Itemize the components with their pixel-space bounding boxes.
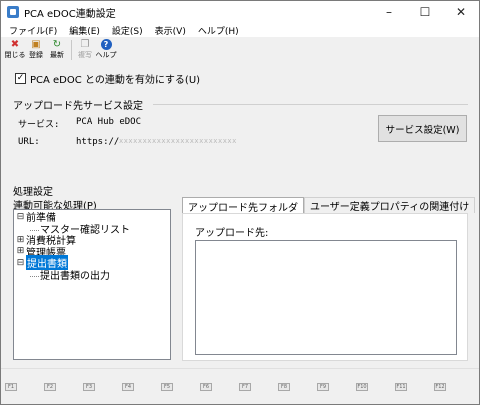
menu-edit[interactable]: 編集(E)	[69, 24, 100, 37]
minimize-button[interactable]: –	[371, 1, 407, 23]
fkey-f8[interactable]: F8	[278, 382, 290, 391]
app-icon	[7, 6, 19, 18]
fkey-f6[interactable]: F6	[200, 382, 212, 391]
url-label: URL:	[18, 137, 40, 147]
toolbar-help-button[interactable]: ? ヘルプ	[95, 38, 117, 62]
fkey-f10[interactable]: F10	[356, 382, 368, 391]
collapse-icon[interactable]: ⊟	[16, 212, 25, 222]
window-title: PCA eDOC連動設定	[24, 8, 116, 20]
fkey-f7[interactable]: F7	[239, 382, 251, 391]
checkbox-box[interactable]: ✓	[15, 73, 26, 84]
tree-item-label: 提出書類の出力	[40, 270, 110, 282]
toolbar-refresh-button[interactable]: ↻ 最新	[47, 38, 67, 62]
collapse-icon[interactable]: ⊟	[16, 258, 25, 268]
settings-window: PCA eDOC連動設定 – ☐ ✕ ファイル(F) 編集(E) 設定(S) 表…	[0, 0, 480, 405]
enable-link-checkbox[interactable]: ✓ PCA eDOC との連動を有効にする(U)	[15, 71, 200, 86]
tab-upload-folder[interactable]: アップロード先フォルダ	[182, 197, 304, 214]
main-content: ✓ PCA eDOC との連動を有効にする(U) アップロード先サービス設定 サ…	[1, 63, 479, 368]
fkey-f11[interactable]: F11	[395, 382, 407, 391]
expand-icon[interactable]: ⊞	[16, 235, 25, 245]
register-icon: ▣	[31, 39, 41, 50]
service-value: PCA Hub eDOC	[76, 117, 142, 127]
help-icon: ?	[100, 39, 112, 50]
fkey-f1[interactable]: F1	[5, 382, 17, 391]
toolbar-copy-button[interactable]: ❐ 複写	[75, 38, 95, 62]
toolbar-close-button[interactable]: ✖ 閉じる	[4, 38, 26, 62]
enable-link-label: PCA eDOC との連動を有効にする(U)	[30, 75, 201, 86]
title-bar: PCA eDOC連動設定 – ☐ ✕	[1, 1, 479, 23]
maximize-button[interactable]: ☐	[407, 1, 443, 23]
toolbar-help-label: ヘルプ	[95, 51, 117, 59]
service-settings-button[interactable]: サービス設定(W)	[378, 115, 467, 142]
fkey-f5[interactable]: F5	[161, 382, 173, 391]
fkey-f3[interactable]: F3	[83, 382, 95, 391]
settings-tabs: アップロード先フォルダ ユーザー定義プロパティの関連付け	[182, 197, 476, 214]
upload-folder-panel: アップロード先:	[182, 213, 468, 361]
process-tree[interactable]: ⊟ 前準備 マスター確認リスト ⊞ 消費税計算 ⊞ 管理帳票 ⊟ 提出書類 提出	[13, 209, 171, 360]
close-window-button[interactable]: ✕	[443, 1, 479, 23]
menu-view[interactable]: 表示(V)	[155, 24, 186, 37]
toolbar-close-label: 閉じる	[4, 51, 26, 59]
menu-help[interactable]: ヘルプ(H)	[198, 24, 239, 37]
tree-item-submission-output[interactable]: 提出書類の出力	[16, 269, 170, 282]
expand-icon[interactable]: ⊞	[16, 246, 25, 256]
toolbar-copy-label: 複写	[78, 51, 92, 59]
section-divider	[153, 104, 468, 105]
fkey-f9[interactable]: F9	[317, 382, 329, 391]
menu-bar: ファイル(F) 編集(E) 設定(S) 表示(V) ヘルプ(H)	[1, 23, 479, 37]
upload-destination-label: アップロード先:	[195, 228, 269, 239]
processing-section-title: 処理設定	[13, 187, 53, 198]
upload-destination-field[interactable]	[195, 240, 457, 355]
function-key-bar: F1 F2 F3 F4 F5 F6 F7 F8 F9 F10 F11 F12	[1, 368, 479, 404]
fkey-f2[interactable]: F2	[44, 382, 56, 391]
toolbar-refresh-label: 最新	[50, 51, 64, 59]
toolbar-register-label: 登録	[29, 51, 43, 59]
toolbar: ✖ 閉じる ▣ 登録 ↻ 最新 ❐ 複写 ? ヘルプ	[1, 38, 479, 63]
tree-connector	[30, 271, 39, 278]
toolbar-separator	[71, 40, 72, 60]
fkey-f4[interactable]: F4	[122, 382, 134, 391]
menu-settings[interactable]: 設定(S)	[112, 24, 143, 37]
tab-user-defined-properties[interactable]: ユーザー定義プロパティの関連付け	[304, 197, 476, 213]
menu-file[interactable]: ファイル(F)	[9, 24, 57, 37]
close-icon: ✖	[10, 39, 20, 50]
url-value-blurred: xxxxxxxxxxxxxxxxxxxxxxxxx	[119, 137, 237, 145]
url-prefix: https://	[76, 137, 120, 147]
copy-icon: ❐	[80, 39, 90, 50]
upload-service-section-title: アップロード先サービス設定	[13, 101, 143, 112]
fkey-f12[interactable]: F12	[434, 382, 446, 391]
refresh-icon: ↻	[52, 39, 62, 50]
toolbar-register-button[interactable]: ▣ 登録	[26, 38, 46, 62]
service-label: サービス:	[18, 120, 60, 130]
tree-connector	[30, 225, 39, 232]
